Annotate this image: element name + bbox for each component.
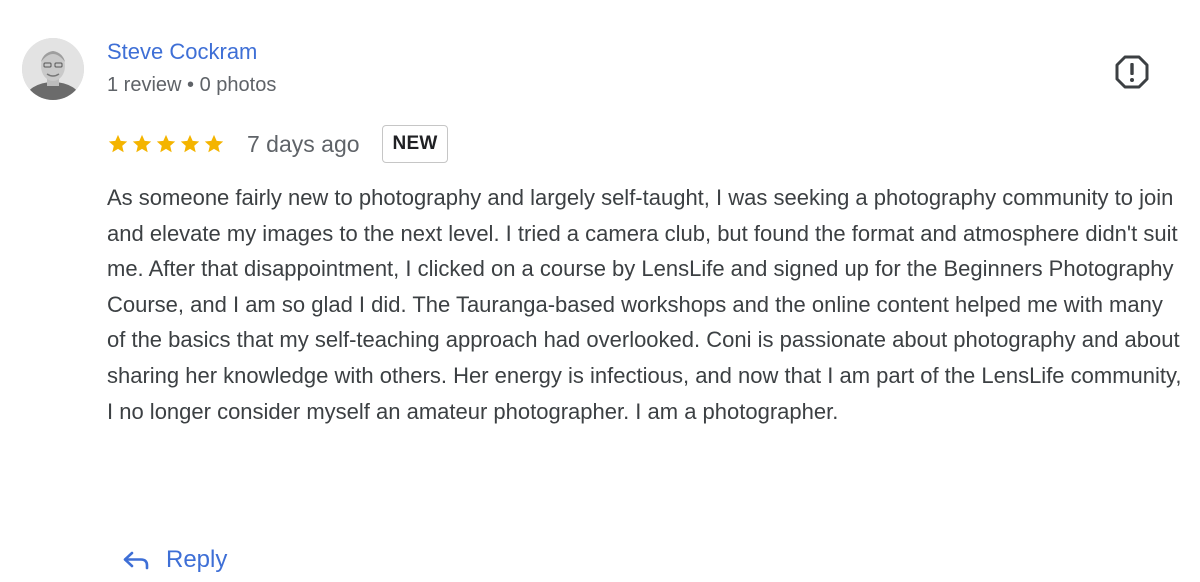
review-date: 7 days ago: [247, 130, 360, 157]
avatar[interactable]: [22, 38, 84, 100]
new-badge: NEW: [381, 125, 449, 163]
report-icon[interactable]: [1114, 54, 1150, 90]
reply-arrow-icon: [123, 551, 149, 570]
star-icon: [180, 134, 200, 153]
reviewer-meta: 1 review • 0 photos: [107, 74, 277, 96]
review-text: As someone fairly new to photography and…: [107, 185, 1182, 424]
star-icon: [108, 134, 128, 153]
person-avatar-image: [22, 38, 84, 100]
star-icon: [204, 134, 224, 153]
reviewer-name[interactable]: Steve Cockram: [107, 38, 257, 66]
star-icon: [156, 134, 176, 153]
rating-row: 7 days ago NEW: [107, 124, 449, 164]
star-icon: [132, 134, 152, 153]
star-rating: [107, 133, 225, 155]
reply-button[interactable]: Reply: [122, 540, 227, 580]
reply-label: Reply: [166, 546, 228, 573]
